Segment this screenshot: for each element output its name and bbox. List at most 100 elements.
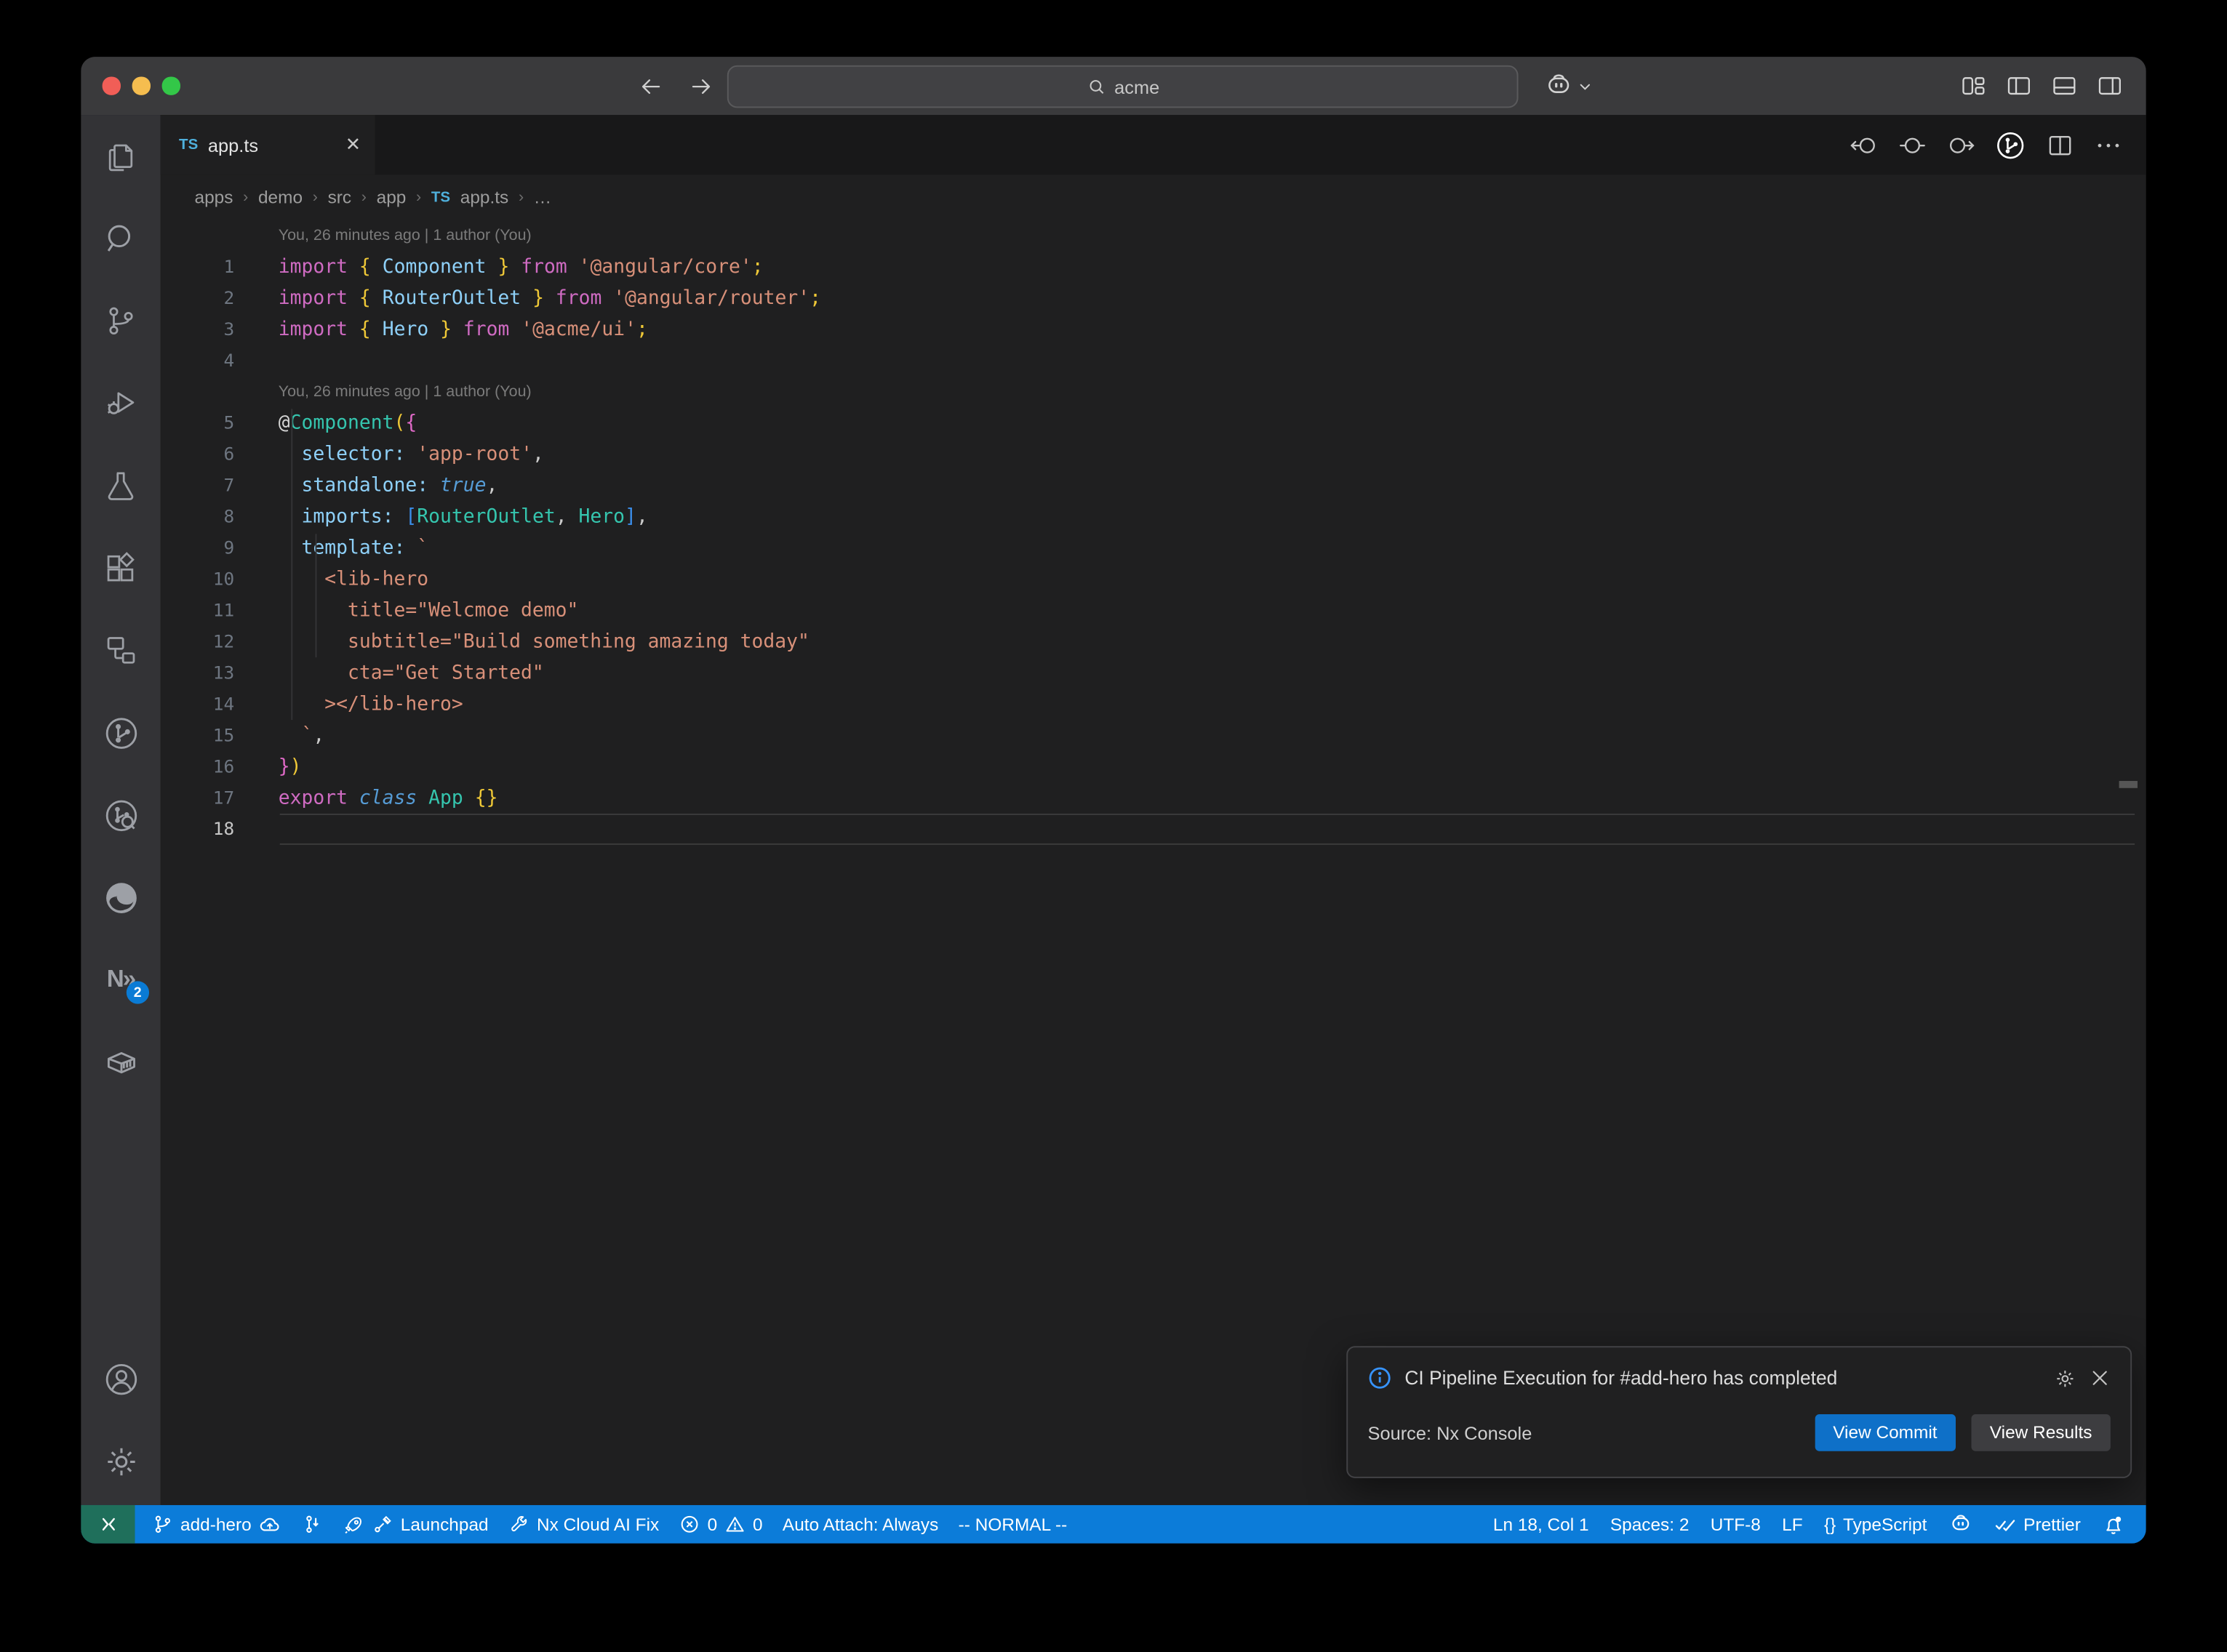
chevron-right-icon: › <box>416 189 421 206</box>
more-actions-icon[interactable] <box>2093 130 2123 160</box>
git-branch-status[interactable]: add-hero <box>152 1513 281 1536</box>
git-commit-status-icon[interactable] <box>301 1514 322 1535</box>
close-window-button[interactable] <box>103 76 120 94</box>
code-editor[interactable]: You, 26 minutes ago | 1 author (You)1imp… <box>161 220 2146 1505</box>
toggle-primary-sidebar-icon[interactable] <box>2005 73 2032 100</box>
code-line[interactable]: 16}) <box>161 751 2146 782</box>
nx-console-icon[interactable]: N» 2 <box>81 939 160 1021</box>
container-tools-icon[interactable] <box>81 1021 160 1103</box>
code-line[interactable]: 12 subtitle="Build something amazing tod… <box>161 626 2146 657</box>
explorer-icon[interactable] <box>81 115 160 197</box>
code-line[interactable]: 15 `, <box>161 720 2146 751</box>
vim-mode-status[interactable]: -- NORMAL -- <box>959 1515 1068 1534</box>
extensions-icon[interactable] <box>81 526 160 609</box>
code-line[interactable]: 17export class App {} <box>161 782 2146 814</box>
chevron-right-icon: › <box>519 189 524 206</box>
minimize-window-button[interactable] <box>132 76 150 94</box>
traffic-lights <box>103 76 180 94</box>
code-line[interactable]: 8 imports: [RouterOutlet, Hero], <box>161 501 2146 532</box>
nx-project-graph-icon[interactable] <box>1994 129 2027 161</box>
code-line[interactable]: 4 <box>161 345 2146 377</box>
titlebar: acme <box>81 57 2146 115</box>
tab-app-ts[interactable]: TS app.ts ✕ <box>161 115 375 175</box>
notifications-bell-icon[interactable] <box>2102 1513 2124 1536</box>
copilot-status-icon[interactable] <box>1948 1512 1972 1536</box>
code-line[interactable]: 10 <lib-hero <box>161 564 2146 595</box>
encoding-status[interactable]: UTF-8 <box>1711 1515 1761 1534</box>
indentation-status[interactable]: Spaces: 2 <box>1610 1515 1690 1534</box>
nav-current-icon[interactable] <box>1898 130 1927 160</box>
code-lines: You, 26 minutes ago | 1 author (You)1imp… <box>161 220 2146 845</box>
settings-gear-icon[interactable] <box>81 1420 160 1502</box>
search-view-icon[interactable] <box>81 197 160 279</box>
rocket-icon <box>343 1513 365 1536</box>
auto-attach-status[interactable]: Auto Attach: Always <box>783 1515 938 1534</box>
account-icon[interactable] <box>81 1338 160 1420</box>
related-boxes-icon[interactable] <box>81 609 160 691</box>
indent-guide <box>291 409 292 720</box>
editor-group: TS app.ts ✕ <box>161 115 2146 1505</box>
code-line[interactable]: 6 selector: 'app-root', <box>161 438 2146 470</box>
wrench-icon <box>508 1514 529 1535</box>
nav-forward-icon[interactable] <box>1946 130 1975 160</box>
breadcrumb-item[interactable]: demo <box>258 188 303 207</box>
notification-close-icon[interactable] <box>2090 1368 2111 1389</box>
code-line[interactable]: 14 ></lib-hero> <box>161 689 2146 720</box>
eol-status[interactable]: LF <box>1782 1515 1802 1534</box>
code-line[interactable]: 3import { Hero } from '@acme/ui'; <box>161 314 2146 345</box>
project-graph-icon[interactable] <box>81 691 160 774</box>
remote-indicator[interactable] <box>81 1505 135 1544</box>
nav-back-icon[interactable] <box>1850 130 1879 160</box>
code-line[interactable]: 5@Component({ <box>161 407 2146 438</box>
copilot-menu[interactable] <box>1544 57 1592 115</box>
launchpad-status[interactable]: Launchpad <box>343 1513 489 1536</box>
tab-bar: TS app.ts ✕ <box>161 115 2146 175</box>
history-back-icon[interactable] <box>638 73 663 99</box>
code-line[interactable]: 7 standalone: true, <box>161 470 2146 501</box>
braces-icon: {} <box>1824 1515 1836 1534</box>
breadcrumb-item[interactable]: app.ts <box>460 188 509 207</box>
chevron-right-icon: › <box>243 189 248 206</box>
code-line[interactable]: 1import { Component } from '@angular/cor… <box>161 252 2146 283</box>
breadcrumb-item[interactable]: app <box>377 188 407 207</box>
history-forward-icon[interactable] <box>689 73 714 99</box>
customize-layout-icon[interactable] <box>1960 73 1987 100</box>
tab-close-icon[interactable]: ✕ <box>345 134 361 156</box>
nx-cloud-ai-fix-status[interactable]: Nx Cloud AI Fix <box>508 1514 659 1535</box>
indent-guide <box>316 534 317 657</box>
code-line[interactable]: 13 cta="Get Started" <box>161 657 2146 689</box>
edge-devtools-icon[interactable] <box>81 857 160 939</box>
toggle-secondary-sidebar-icon[interactable] <box>2096 73 2123 100</box>
command-center-search[interactable]: acme <box>727 65 1519 108</box>
breadcrumb-item[interactable]: … <box>534 188 551 207</box>
breadcrumb-item[interactable]: apps <box>195 188 233 207</box>
screen: acme <box>0 0 2227 1651</box>
notification-settings-gear-icon[interactable] <box>2054 1367 2076 1390</box>
project-graph-search-icon[interactable] <box>81 774 160 856</box>
problems-status[interactable]: 0 0 <box>679 1514 763 1535</box>
code-line[interactable]: You, 26 minutes ago | 1 author (You) <box>161 376 2146 407</box>
code-line[interactable]: 2import { RouterOutlet } from '@angular/… <box>161 283 2146 314</box>
plug-node-icon <box>372 1514 393 1535</box>
code-line[interactable]: 9 template: ` <box>161 532 2146 564</box>
view-results-button[interactable]: View Results <box>1971 1414 2110 1451</box>
toggle-panel-icon[interactable] <box>2051 73 2078 100</box>
maximize-window-button[interactable] <box>162 76 180 94</box>
code-line[interactable]: You, 26 minutes ago | 1 author (You) <box>161 220 2146 252</box>
source-control-icon[interactable] <box>81 280 160 362</box>
notification-source: Source: Nx Console <box>1368 1422 1532 1443</box>
git-blame-annotation: You, 26 minutes ago | 1 author (You) <box>234 220 531 252</box>
run-debug-icon[interactable] <box>81 362 160 444</box>
error-icon <box>679 1514 700 1535</box>
typescript-file-icon: TS <box>431 189 450 206</box>
breadcrumb-item[interactable]: src <box>328 188 352 207</box>
split-editor-icon[interactable] <box>2045 130 2075 160</box>
language-mode-status[interactable]: {} TypeScript <box>1824 1515 1927 1534</box>
cursor-position-status[interactable]: Ln 18, Col 1 <box>1493 1515 1589 1534</box>
testing-icon[interactable] <box>81 444 160 526</box>
code-line[interactable]: 11 title="Welcmoe demo" <box>161 595 2146 626</box>
view-commit-button[interactable]: View Commit <box>1815 1414 1956 1451</box>
code-line[interactable]: 18 <box>161 814 2146 845</box>
prettier-status[interactable]: Prettier <box>1994 1513 2081 1536</box>
notification-title: CI Pipeline Execution for #add-hero has … <box>1404 1368 1837 1389</box>
